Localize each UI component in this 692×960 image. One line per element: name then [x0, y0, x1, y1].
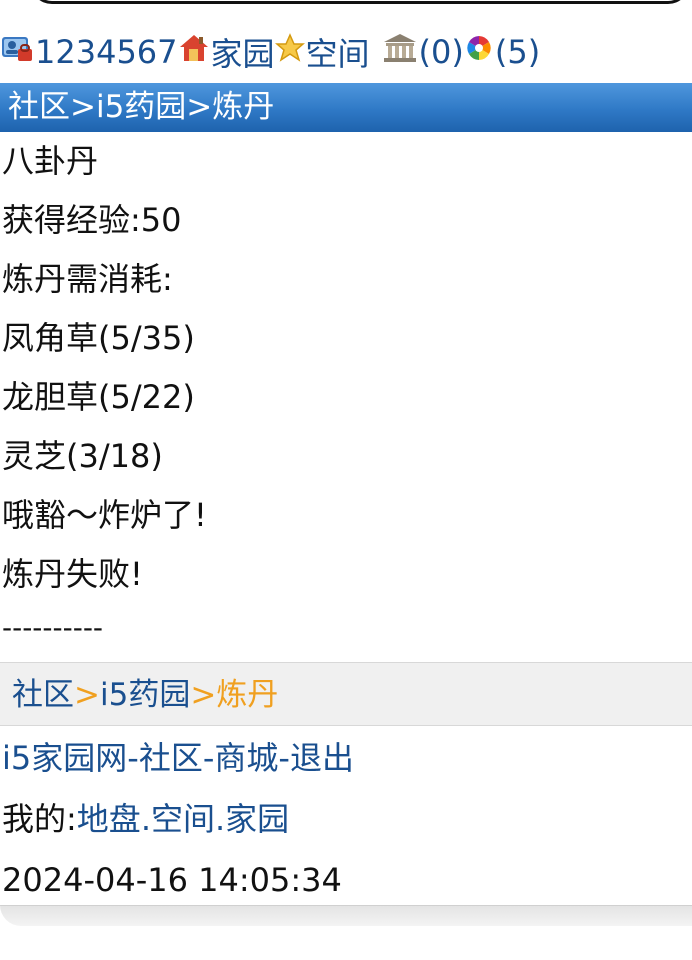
footer-nav: i5家园网-社区-商城-退出: [2, 732, 690, 793]
breadcrumb-sep: >: [74, 677, 100, 713]
footer-site-link[interactable]: i5家园网: [2, 739, 127, 777]
herb-cost-3: 灵芝(3/18): [2, 437, 163, 475]
footer-dot: .: [140, 800, 151, 838]
home-icon[interactable]: [178, 33, 210, 71]
herb-cost-2: 龙胆草(5/22): [2, 378, 195, 416]
star-icon[interactable]: [274, 33, 305, 71]
breadcrumb-current: 炼丹: [216, 677, 279, 713]
pinwheel-icon[interactable]: [464, 33, 494, 71]
footer-mine: 我的:地盘.空间.家园: [2, 793, 690, 854]
bottom-bar: [0, 905, 692, 926]
explosion-message: 哦豁～炸炉了!: [2, 496, 207, 534]
footer-dash: -: [278, 739, 290, 777]
breadcrumb-sep: >: [190, 677, 217, 713]
top-frame: [30, 0, 690, 4]
page-title-bar: 社区>i5药园>炼丹: [0, 83, 692, 132]
exp-gained: 获得经验:50: [2, 201, 182, 239]
footer-dash: -: [202, 739, 215, 777]
divider: ----------: [2, 611, 104, 644]
message-count[interactable]: (5): [495, 33, 540, 71]
herb-cost-1: 凤角草(5/35): [2, 319, 195, 357]
footer-dot: .: [215, 800, 226, 838]
space-link[interactable]: 空间: [306, 29, 370, 75]
breadcrumb-community[interactable]: 社区: [12, 677, 74, 713]
cost-heading: 炼丹需消耗:: [2, 260, 173, 298]
failure-message: 炼丹失败!: [2, 555, 143, 593]
footer-mine-prefix: 我的:: [2, 800, 77, 838]
alchemy-result: 八卦丹 获得经验:50 炼丹需消耗: 凤角草(5/35) 龙胆草(5/22) 灵…: [2, 136, 690, 648]
footer-dash: -: [127, 739, 139, 777]
breadcrumb: 社区>i5药园>炼丹: [0, 662, 692, 726]
footer: i5家园网-社区-商城-退出 我的:地盘.空间.家园 2024-04-16 14…: [2, 732, 690, 915]
user-card-icon[interactable]: [0, 33, 34, 71]
footer-home-link[interactable]: 家园: [225, 800, 289, 838]
footer-space-link[interactable]: 空间: [151, 800, 215, 838]
home-link[interactable]: 家园: [211, 29, 275, 75]
footer-mall-link[interactable]: 商城: [214, 739, 278, 777]
pill-name: 八卦丹: [2, 142, 99, 180]
footer-logout-link[interactable]: 退出: [290, 739, 354, 777]
bank-count[interactable]: (0): [419, 33, 464, 71]
breadcrumb-garden[interactable]: i5药园: [100, 677, 190, 713]
user-id-link[interactable]: 1234567: [35, 33, 178, 71]
bank-icon[interactable]: [382, 32, 418, 72]
footer-community-link[interactable]: 社区: [139, 739, 203, 777]
top-status-bar: 1234567 家园 空间 (0) (5): [0, 30, 692, 74]
footer-land-link[interactable]: 地盘: [77, 800, 141, 838]
